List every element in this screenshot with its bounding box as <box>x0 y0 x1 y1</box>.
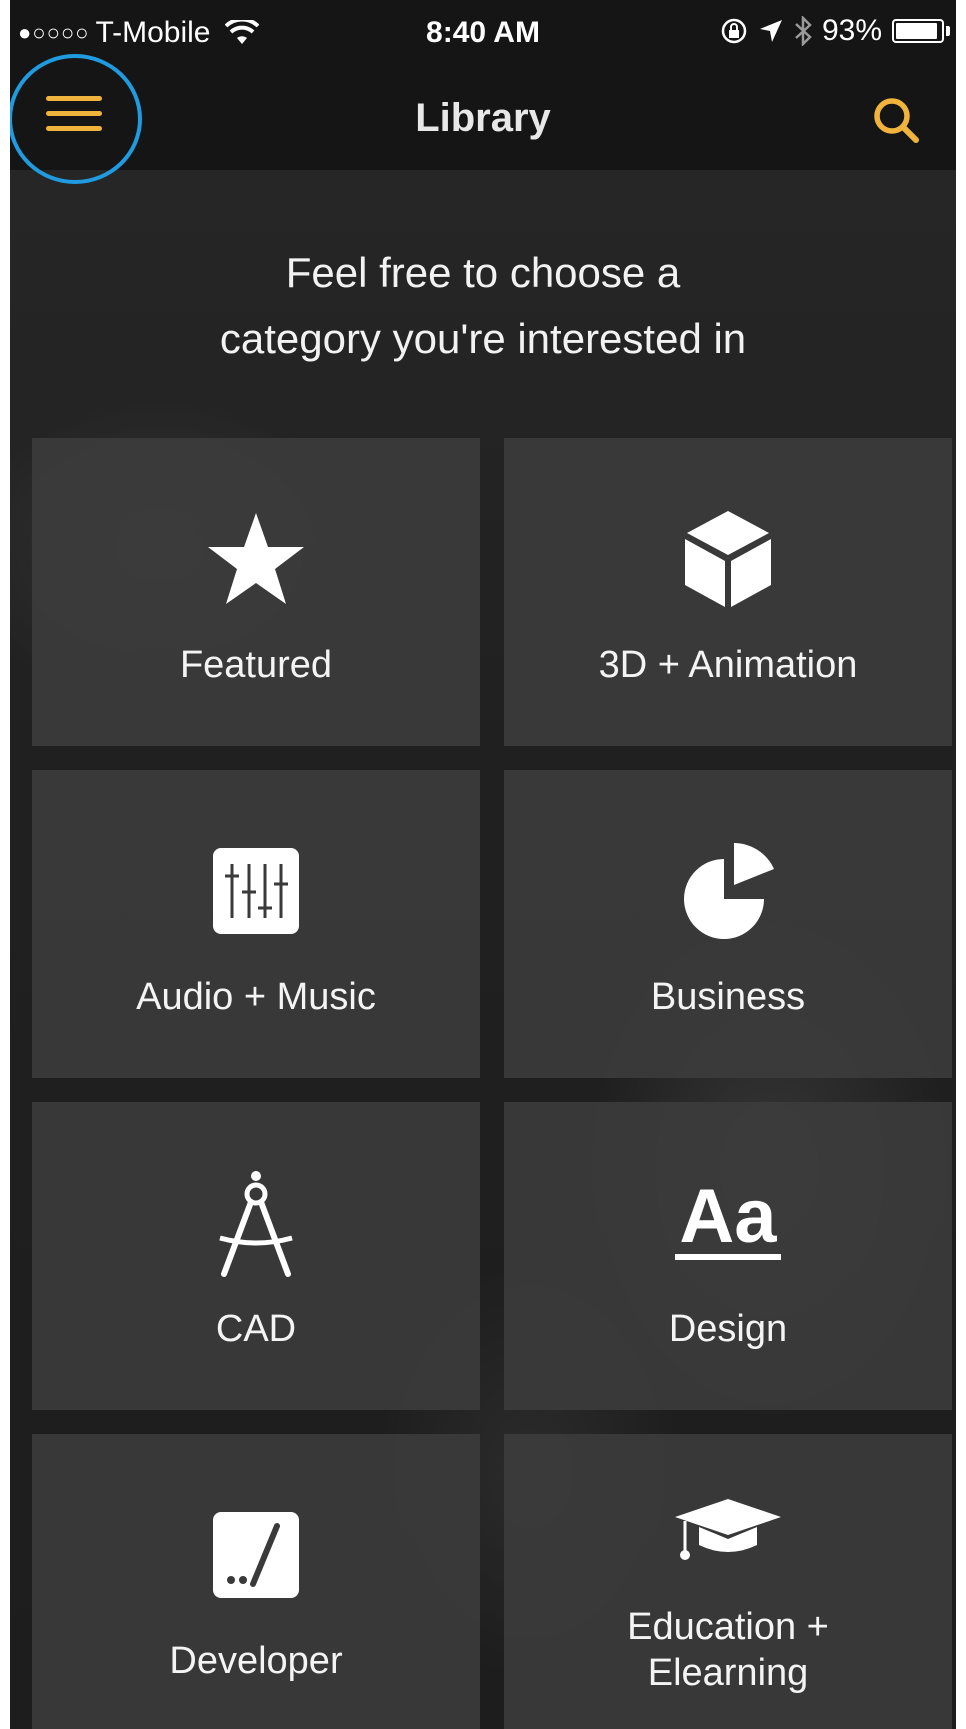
headline-line-2: category you're interested in <box>219 315 747 362</box>
search-button[interactable] <box>866 90 926 150</box>
category-tile-cad[interactable]: CAD <box>32 1102 480 1410</box>
menu-button[interactable] <box>10 56 138 172</box>
category-label: Education + Elearning <box>504 1604 952 1696</box>
bluetooth-icon <box>794 16 812 46</box>
cube-icon <box>685 511 771 607</box>
status-right: 93% <box>720 14 950 48</box>
category-label: 3D + Animation <box>598 644 858 686</box>
category-tile-audio-music[interactable]: Audio + Music <box>32 770 480 1078</box>
category-label: Design <box>668 1308 788 1350</box>
headline-line-1: Feel free to choose a <box>285 249 681 296</box>
orientation-lock-icon <box>720 17 748 45</box>
category-tile-featured[interactable]: Featured <box>32 438 480 746</box>
battery-percent: 93% <box>821 14 882 47</box>
search-icon <box>874 98 919 143</box>
headline: Feel free to choose a category you're in… <box>10 240 956 372</box>
category-label: Featured <box>179 644 333 686</box>
graduation-cap-icon <box>675 1499 781 1560</box>
hamburger-menu-icon <box>46 96 102 131</box>
battery-fill <box>896 23 937 39</box>
location-arrow-icon <box>758 18 784 44</box>
battery-tip <box>946 26 950 36</box>
category-label: Audio + Music <box>136 976 376 1018</box>
category-label: Developer <box>169 1640 343 1682</box>
page-title: Library <box>415 96 551 140</box>
category-tile-education-elearning[interactable]: Education + Elearning <box>504 1434 952 1729</box>
nav-bar: Library <box>10 70 956 170</box>
typography-aa-icon: Aa <box>675 1178 781 1260</box>
category-label: CAD <box>215 1308 297 1350</box>
category-label-line-2: Elearning <box>647 1652 809 1694</box>
pie-chart-icon <box>684 843 774 939</box>
category-tile-3d-animation[interactable]: 3D + Animation <box>504 438 952 746</box>
mixer-sliders-icon <box>213 848 299 934</box>
category-label-line-1: Education + <box>627 1606 829 1648</box>
category-label: Business <box>650 976 806 1018</box>
status-bar: ●○○○○ T-Mobile 8:40 AM 93% <box>10 0 956 70</box>
star-icon <box>208 513 304 604</box>
category-tile-design[interactable]: Aa Design <box>504 1102 952 1410</box>
drafting-compass-icon <box>219 1171 293 1277</box>
svg-text:Aa: Aa <box>679 1178 777 1259</box>
battery-icon <box>892 19 944 43</box>
library-screen: ●○○○○ T-Mobile 8:40 AM 93% Library Feel … <box>10 0 956 1729</box>
terminal-icon <box>213 1512 299 1598</box>
category-tile-developer[interactable]: Developer <box>32 1434 480 1729</box>
category-tile-business[interactable]: Business <box>504 770 952 1078</box>
